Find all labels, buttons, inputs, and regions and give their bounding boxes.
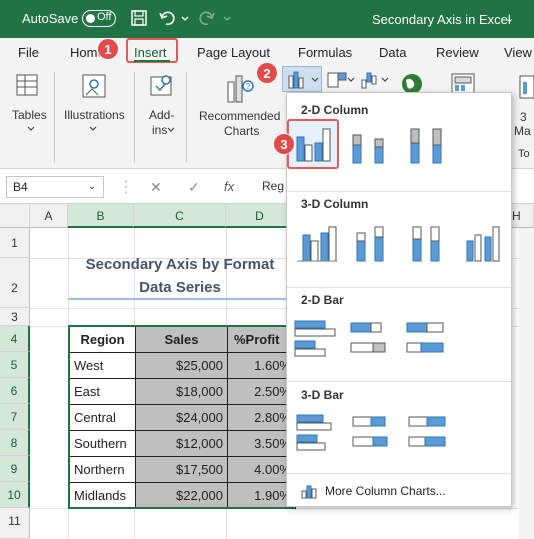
stacked-column-icon[interactable] xyxy=(345,121,397,171)
tab-home[interactable]: Home xyxy=(70,45,100,60)
tab-view[interactable]: View xyxy=(504,45,534,60)
recommended-charts-label-2[interactable]: Charts xyxy=(224,124,259,138)
addins-icon[interactable] xyxy=(148,72,176,100)
cancel-icon[interactable]: ✕ xyxy=(150,179,162,196)
3d-clustered-column-icon[interactable] xyxy=(291,219,343,269)
more-charts-icon xyxy=(301,485,317,499)
tab-page-layout[interactable]: Page Layout xyxy=(197,45,270,60)
3d-map-label-1[interactable]: 3 xyxy=(520,110,527,124)
ribbon-divider xyxy=(186,72,187,162)
toggle-knob xyxy=(86,14,95,23)
sheet-title-line-2: Data Series xyxy=(139,279,221,296)
row-header-2[interactable]: 2 xyxy=(0,258,30,308)
clustered-column-icon xyxy=(296,128,331,162)
ribbon-divider xyxy=(54,72,55,162)
svg-text:?: ? xyxy=(246,82,251,91)
3d-stacked-column-icon[interactable] xyxy=(347,219,399,269)
addins-label-1[interactable]: Add- xyxy=(149,108,174,122)
3d-column-icon[interactable] xyxy=(459,219,511,269)
save-icon[interactable] xyxy=(130,9,148,27)
section-divider xyxy=(287,381,511,382)
stacked-bar-icon[interactable] xyxy=(347,315,399,365)
column-header-d[interactable]: D xyxy=(226,204,294,228)
illustrations-label[interactable]: Illustrations xyxy=(64,108,125,122)
row-header-4[interactable]: 4 xyxy=(0,326,30,352)
table-icon[interactable] xyxy=(14,72,40,98)
title-underline xyxy=(68,298,292,300)
recommended-charts-label-1[interactable]: Recommended xyxy=(199,109,280,123)
undo-dropdown-icon[interactable] xyxy=(180,9,190,27)
100-stacked-column-icon[interactable] xyxy=(403,121,455,171)
3d-100-stacked-column-icon[interactable] xyxy=(403,219,455,269)
ribbon-divider xyxy=(134,72,135,162)
3d-clustered-bar-icon[interactable] xyxy=(291,409,343,459)
column-chart-gallery: 2-D Column 3 3-D Column 2-D Bar 3-D Bar … xyxy=(273,92,512,507)
document-title[interactable]: Secondary Axis in Excel xyxy=(372,12,511,27)
addins-chevron-icon[interactable] xyxy=(166,125,176,135)
row-header-3[interactable]: 3 xyxy=(0,308,30,326)
section-2d-column: 2-D Column xyxy=(301,103,369,117)
section-3d-column: 3-D Column xyxy=(301,197,369,211)
undo-icon[interactable] xyxy=(158,9,176,27)
vertical-scrollbar[interactable] xyxy=(519,228,534,539)
tab-data[interactable]: Data xyxy=(379,45,406,60)
row-header-10[interactable]: 10 xyxy=(0,482,30,508)
selection-outline xyxy=(68,325,294,509)
chevron-down-icon xyxy=(311,77,319,82)
name-box-value: B4 xyxy=(13,180,28,194)
autosave-toggle[interactable]: Off xyxy=(82,10,116,27)
column-header-b[interactable]: B xyxy=(68,204,134,228)
tab-formulas[interactable]: Formulas xyxy=(298,45,352,60)
row-header-1[interactable]: 1 xyxy=(0,228,30,258)
column-header-a[interactable]: A xyxy=(30,204,68,228)
illustrations-chevron-icon[interactable] xyxy=(88,124,98,134)
tab-file[interactable]: File xyxy=(18,45,39,60)
insert-column-chart-button[interactable] xyxy=(282,66,322,92)
row-header-7[interactable]: 7 xyxy=(0,404,30,430)
step-badge-3: 3 xyxy=(273,133,295,155)
redo-icon[interactable] xyxy=(198,9,216,27)
title-bar: AutoSave Off Secondary Axis in Excel ⌄ xyxy=(0,0,534,38)
column-header-c[interactable]: C xyxy=(134,204,226,228)
formula-bar-grip-icon: ⋮ xyxy=(118,179,134,196)
3d-map-label-2[interactable]: Ma xyxy=(514,124,531,138)
section-3d-bar: 3-D Bar xyxy=(301,388,344,402)
hierarchy-chart-icon[interactable] xyxy=(326,70,356,90)
section-divider xyxy=(287,287,511,288)
select-all-corner[interactable] xyxy=(0,204,30,228)
section-divider xyxy=(287,191,511,192)
waterfall-chart-icon[interactable] xyxy=(360,70,390,92)
row-header-9[interactable]: 9 xyxy=(0,456,30,482)
redo-dropdown-icon[interactable] xyxy=(222,9,232,27)
3d-stacked-bar-icon[interactable] xyxy=(347,409,399,459)
3d-map-icon[interactable] xyxy=(518,72,534,102)
3d-100-stacked-bar-icon[interactable] xyxy=(403,409,455,459)
title-chevron-down-icon[interactable]: ⌄ xyxy=(505,12,514,25)
name-box-chevron-icon[interactable]: ⌄ xyxy=(88,181,96,192)
tables-chevron-icon[interactable] xyxy=(26,124,36,134)
autosave-label: AutoSave xyxy=(22,11,79,26)
row-header-11[interactable]: 11 xyxy=(0,508,30,539)
enter-icon[interactable]: ✓ xyxy=(188,179,200,196)
recommended-charts-icon[interactable]: ? xyxy=(224,72,256,106)
illustrations-icon[interactable] xyxy=(80,72,108,100)
tab-review[interactable]: Review xyxy=(436,45,479,60)
row-header-6[interactable]: 6 xyxy=(0,378,30,404)
tours-group-label: To xyxy=(518,148,530,160)
toggle-state: Off xyxy=(97,11,112,23)
insert-function-icon[interactable]: fx xyxy=(224,179,234,194)
step-badge-1: 1 xyxy=(97,38,119,60)
sheet-title-line-1: Secondary Axis by Format xyxy=(85,256,275,273)
row-header-8[interactable]: 8 xyxy=(0,430,30,456)
step-badge-2: 2 xyxy=(256,62,278,84)
insert-underline xyxy=(134,60,170,62)
more-column-charts-link[interactable]: More Column Charts... xyxy=(325,484,446,498)
tables-label[interactable]: Tables xyxy=(12,108,47,122)
row-header-5[interactable]: 5 xyxy=(0,352,30,378)
section-divider xyxy=(287,473,511,474)
column-chart-icon xyxy=(288,71,304,89)
section-2d-bar: 2-D Bar xyxy=(301,293,344,307)
clustered-bar-icon[interactable] xyxy=(291,315,343,365)
100-stacked-bar-icon[interactable] xyxy=(403,315,455,365)
